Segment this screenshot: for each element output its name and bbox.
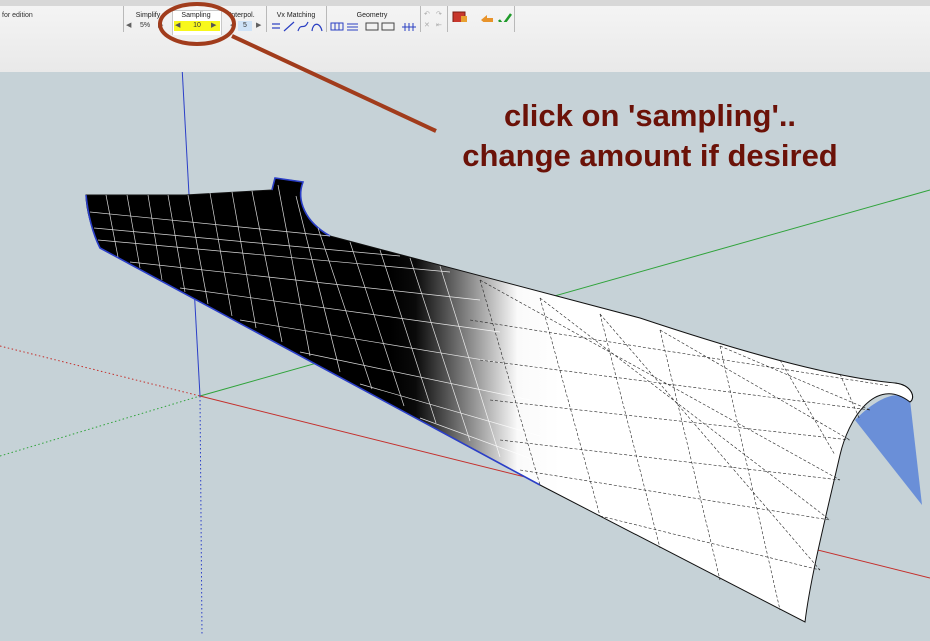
- annotation-callout: click on 'sampling'.. change amount if d…: [400, 96, 900, 176]
- callout-line-2: change amount if desired: [462, 138, 838, 173]
- highlight-circle: [158, 2, 236, 46]
- callout-line-1: click on 'sampling'..: [503, 98, 797, 133]
